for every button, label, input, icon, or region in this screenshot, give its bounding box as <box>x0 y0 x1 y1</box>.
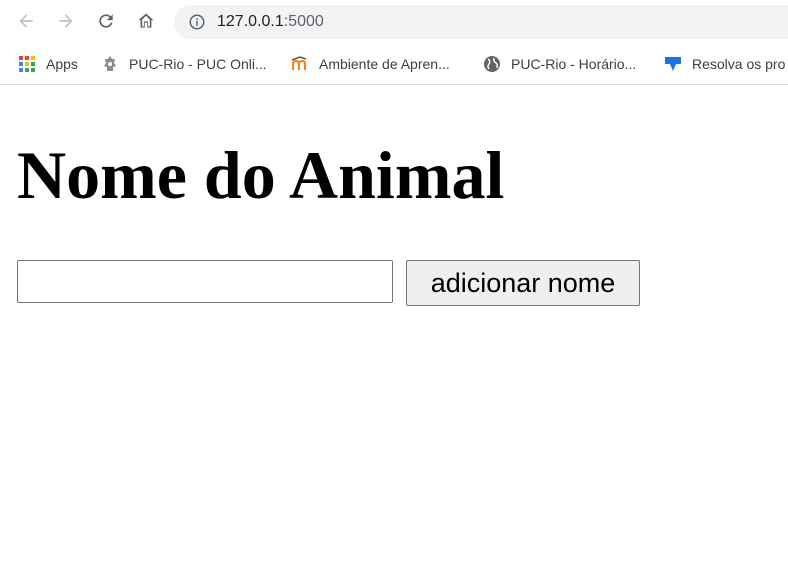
reload-button[interactable] <box>92 7 120 35</box>
forward-arrow-icon <box>59 14 73 28</box>
home-icon <box>138 13 154 28</box>
bookmark-resolva[interactable]: Resolva os pro <box>664 53 785 75</box>
bookmarks-bar: Apps PUC-Rio - PUC Onli... Ambiente de A… <box>0 44 788 85</box>
url-text: 127.0.0.1:5000 <box>217 13 324 31</box>
apps-grid-icon <box>19 56 35 72</box>
back-button[interactable] <box>12 7 40 35</box>
address-bar[interactable]: 127.0.0.1:5000 <box>174 5 788 39</box>
add-name-button[interactable]: adicionar nome <box>406 260 640 306</box>
back-arrow-icon <box>19 14 33 28</box>
home-button[interactable] <box>132 7 160 35</box>
bookmark-label: Ambiente de Apren... <box>319 56 450 72</box>
bookmark-label: PUC-Rio - Horário... <box>511 56 637 72</box>
globe-icon <box>484 56 500 72</box>
bookmark-label: Resolva os pro <box>692 56 786 72</box>
blue-bookmark-icon <box>665 57 681 71</box>
bookmark-label: Apps <box>46 56 78 72</box>
bookmark-ambiente[interactable]: Ambiente de Apren... <box>291 53 450 75</box>
bookmark-label: PUC-Rio - PUC Onli... <box>129 56 267 72</box>
page-title: Nome do Animal <box>17 137 505 213</box>
puc-crest-icon <box>104 56 116 71</box>
url-host: 127.0.0.1 <box>217 13 284 30</box>
bookmark-apps[interactable]: Apps <box>18 53 78 75</box>
info-icon[interactable] <box>188 13 206 31</box>
animal-name-input[interactable] <box>17 260 393 303</box>
reload-icon <box>99 14 113 28</box>
bookmark-puc-online[interactable]: PUC-Rio - PUC Onli... <box>101 53 267 75</box>
page-content: Nome do Animal adicionar nome <box>0 85 788 570</box>
browser-toolbar: 127.0.0.1:5000 <box>0 0 788 44</box>
forward-button[interactable] <box>52 7 80 35</box>
moodle-icon <box>291 56 307 70</box>
url-port: :5000 <box>283 13 324 30</box>
bookmark-horario[interactable]: PUC-Rio - Horário... <box>483 53 636 75</box>
